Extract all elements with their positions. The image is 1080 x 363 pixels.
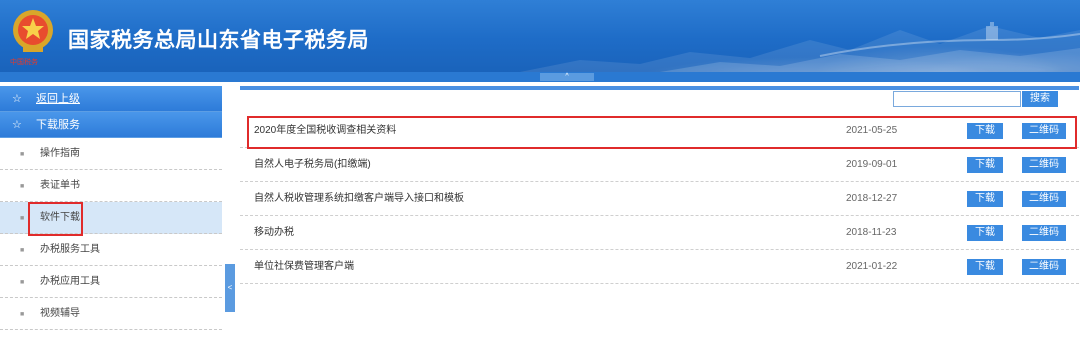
sidebar-item-guide[interactable]: ■ 操作指南: [0, 138, 222, 170]
item-date: 2019-09-01: [846, 159, 898, 170]
star-icon: ☆: [12, 93, 22, 105]
item-date: 2018-11-23: [846, 227, 897, 238]
item-date: 2018-12-27: [846, 193, 898, 204]
site-header: 中国税务 国家税务总局山东省电子税务局: [0, 0, 1080, 72]
item-name[interactable]: 自然人电子税务局(扣缴端): [254, 148, 371, 182]
sidebar-item-forms[interactable]: ■ 表证单书: [0, 170, 222, 202]
sidebar-item-label: 视频辅导: [40, 308, 80, 319]
list-item: 自然人税收管理系统扣缴客户端导入接口和模板 2018-12-27 下载 二维码: [240, 182, 1079, 216]
collapse-header-button[interactable]: ^: [540, 73, 594, 81]
emblem-caption: 中国税务: [10, 58, 38, 66]
qrcode-button[interactable]: 二维码: [1022, 157, 1066, 173]
sidebar-back-label: 返回上级: [36, 93, 80, 105]
bullet-icon: ■: [20, 311, 25, 318]
list-item: 移动办税 2018-11-23 下载 二维码: [240, 216, 1079, 250]
list-item: 单位社保费管理客户端 2021-01-22 下载 二维码: [240, 250, 1079, 284]
sidebar-item-label: 办税服务工具: [40, 244, 100, 255]
sidebar-item-label: 表证单书: [40, 180, 80, 191]
sidebar-collapse-toggle[interactable]: <: [225, 264, 235, 312]
download-button[interactable]: 下载: [967, 157, 1003, 173]
content-top-line: [240, 86, 1079, 90]
bullet-icon: ■: [20, 183, 25, 190]
item-name[interactable]: 自然人税收管理系统扣缴客户端导入接口和模板: [254, 182, 464, 216]
qrcode-button[interactable]: 二维码: [1022, 225, 1066, 241]
search-button[interactable]: 搜索: [1022, 91, 1058, 107]
bullet-icon: ■: [20, 247, 25, 254]
list-item: 自然人电子税务局(扣缴端) 2019-09-01 下载 二维码: [240, 148, 1079, 182]
highlight-box-software-download: [28, 202, 83, 236]
item-date: 2021-01-22: [846, 261, 898, 272]
sidebar-item-tax-service-tools[interactable]: ■ 办税服务工具: [0, 234, 222, 266]
bullet-icon: ■: [20, 279, 25, 286]
sidebar-item-label: 办税应用工具: [40, 276, 100, 287]
sidebar-item-tax-app-tools[interactable]: ■ 办税应用工具: [0, 266, 222, 298]
star-icon: ☆: [12, 119, 22, 131]
sidebar-item-label: 操作指南: [40, 148, 80, 159]
bullet-icon: ■: [20, 151, 25, 158]
sidebar-back-link[interactable]: ☆ 返回上级: [0, 86, 222, 112]
item-name[interactable]: 移动办税: [254, 216, 294, 250]
highlight-box-first-row: [247, 116, 1077, 149]
download-button[interactable]: 下载: [967, 259, 1003, 275]
sidebar-section-download-services[interactable]: ☆ 下载服务: [0, 112, 222, 138]
sidebar-section-label: 下载服务: [36, 119, 80, 131]
download-button[interactable]: 下载: [967, 191, 1003, 207]
site-title: 国家税务总局山东省电子税务局: [68, 28, 369, 52]
header-mountain-decoration: [520, 0, 1080, 72]
search-input[interactable]: [893, 91, 1021, 107]
item-name[interactable]: 单位社保费管理客户端: [254, 250, 354, 284]
qrcode-button[interactable]: 二维码: [1022, 191, 1066, 207]
sidebar-item-video-tutorials[interactable]: ■ 视频辅导: [0, 298, 222, 330]
qrcode-button[interactable]: 二维码: [1022, 259, 1066, 275]
download-button[interactable]: 下载: [967, 225, 1003, 241]
